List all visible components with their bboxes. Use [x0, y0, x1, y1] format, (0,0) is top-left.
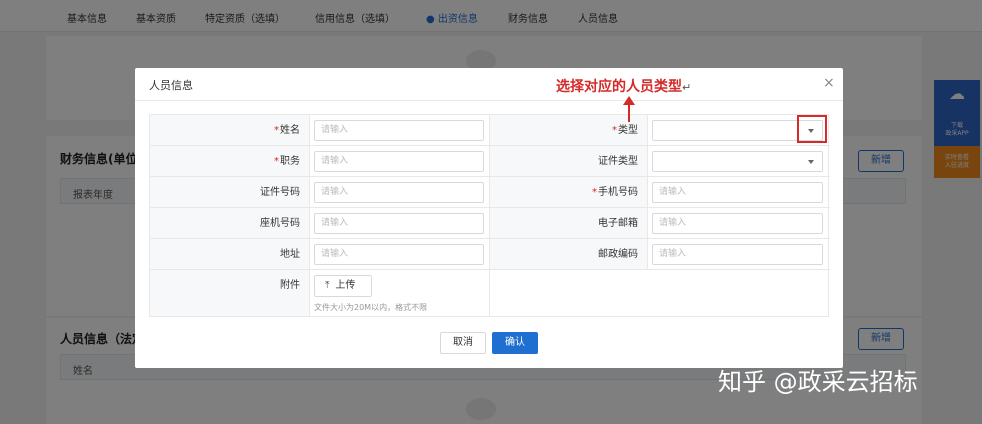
mobile-cell: 请输入 — [648, 177, 830, 208]
close-icon[interactable]: × — [823, 75, 835, 91]
confirm-button[interactable]: 确认 — [492, 332, 538, 354]
chevron-down-icon — [808, 160, 814, 164]
personnel-info-modal: 人员信息 × *姓名 请输入 *类型 *职务 请输入 证件类型 证件号码 请输入… — [135, 68, 843, 368]
required-mark: * — [612, 125, 617, 136]
empty-cell — [490, 270, 830, 316]
cancel-button[interactable]: 取消 — [440, 332, 486, 354]
watermark: 知乎 @政采云招标 — [718, 368, 918, 396]
email-label: 电子邮箱 — [490, 208, 648, 239]
landline-label: 座机号码 — [150, 208, 310, 239]
attachment-label: 附件 — [150, 270, 310, 316]
cert-no-label: 证件号码 — [150, 177, 310, 208]
title-divider — [135, 100, 843, 101]
arrow-line — [628, 104, 630, 122]
mobile-input[interactable]: 请输入 — [652, 182, 823, 203]
upload-label: 上传 — [335, 280, 356, 291]
address-cell: 请输入 — [310, 239, 490, 270]
postcode-cell: 请输入 — [648, 239, 830, 270]
cert-type-cell — [648, 146, 830, 177]
type-label: *类型 — [490, 115, 648, 146]
mobile-label: *手机号码 — [490, 177, 648, 208]
address-input[interactable]: 请输入 — [314, 244, 484, 265]
cert-type-select[interactable] — [652, 151, 823, 172]
position-input[interactable]: 请输入 — [314, 151, 484, 172]
highlight-box — [797, 115, 827, 143]
email-cell: 请输入 — [648, 208, 830, 239]
upload-hint: 文件大小为20M以内，格式不限 — [314, 303, 428, 312]
postcode-input[interactable]: 请输入 — [652, 244, 823, 265]
name-cell: 请输入 — [310, 115, 490, 146]
required-mark: * — [274, 125, 279, 136]
landline-cell: 请输入 — [310, 208, 490, 239]
annotation-text: 选择对应的人员类型↵ — [556, 79, 692, 95]
postcode-label: 邮政编码 — [490, 239, 648, 270]
name-label: *姓名 — [150, 115, 310, 146]
cert-type-label: 证件类型 — [490, 146, 648, 177]
modal-title: 人员信息 — [149, 79, 193, 92]
required-mark: * — [274, 156, 279, 167]
required-mark: * — [592, 187, 597, 198]
upload-icon: ⤒ — [325, 280, 330, 291]
personnel-form: *姓名 请输入 *类型 *职务 请输入 证件类型 证件号码 请输入 *手机号码 … — [149, 114, 830, 317]
cert-no-cell: 请输入 — [310, 177, 490, 208]
position-label: *职务 — [150, 146, 310, 177]
position-cell: 请输入 — [310, 146, 490, 177]
cert-no-input[interactable]: 请输入 — [314, 182, 484, 203]
upload-button[interactable]: ⤒ 上传 — [314, 275, 372, 297]
address-label: 地址 — [150, 239, 310, 270]
name-input[interactable]: 请输入 — [314, 120, 484, 141]
email-input[interactable]: 请输入 — [652, 213, 823, 234]
landline-input[interactable]: 请输入 — [314, 213, 484, 234]
attachment-cell: ⤒ 上传 文件大小为20M以内，格式不限 — [310, 270, 490, 316]
